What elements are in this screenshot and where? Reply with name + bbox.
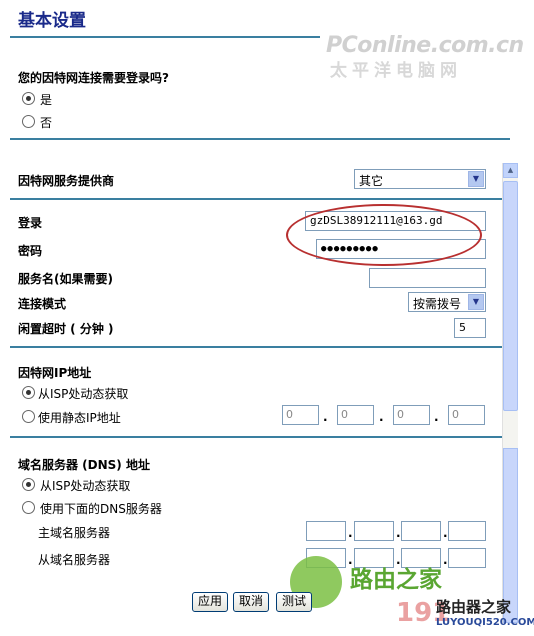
radio-ip-static-label: 使用静态IP地址 (38, 411, 121, 425)
dns-section-label: 域名服务器 (DNS) 地址 (18, 458, 150, 472)
service-name-input[interactable] (369, 268, 486, 288)
ip-octet-4[interactable]: 0 (448, 405, 485, 425)
ip-octet-2[interactable]: 0 (337, 405, 374, 425)
ip-section-label: 因特网IP地址 (18, 366, 92, 380)
apply-button[interactable]: 应用 (192, 592, 228, 612)
page-title: 基本设置 (18, 11, 86, 31)
radio-dns-manual-label: 使用下面的DNS服务器 (40, 502, 162, 516)
watermark-pconline: PConline.com.cn (326, 33, 524, 58)
connect-mode-label: 连接模式 (18, 297, 67, 311)
password-label: 密码 (18, 244, 43, 258)
isp-select-value: 其它 (359, 174, 384, 188)
radio-dns-manual[interactable] (22, 501, 35, 514)
highlight-ellipse (286, 204, 482, 266)
chevron-down-icon[interactable]: ▼ (468, 171, 484, 187)
radio-login-yes[interactable] (22, 92, 35, 105)
logo-text: 路由之家 (350, 567, 442, 593)
primary-dns-octet-2[interactable] (354, 521, 394, 541)
ip-octet-1[interactable]: 0 (282, 405, 319, 425)
ip-dot: . (323, 410, 328, 424)
login-label: 登录 (18, 216, 43, 230)
radio-ip-dynamic[interactable] (22, 386, 35, 399)
radio-dns-dynamic-label: 从ISP处动态获取 (40, 479, 131, 493)
radio-ip-static[interactable] (22, 410, 35, 423)
ip-dot: . (443, 553, 448, 567)
ip-octet-3[interactable]: 0 (393, 405, 430, 425)
primary-dns-label: 主域名服务器 (38, 526, 111, 540)
divider (10, 346, 502, 348)
secondary-dns-label: 从域名服务器 (38, 553, 111, 567)
login-required-question: 您的因特网连接需要登录吗? (18, 71, 169, 85)
cancel-button[interactable]: 取消 (233, 592, 269, 612)
ip-dot: . (443, 526, 448, 540)
scroll-thumb[interactable] (503, 181, 518, 411)
scrollbar[interactable]: ▲ (502, 163, 518, 623)
service-name-label: 服务名(如果需要) (18, 272, 113, 286)
radio-dns-dynamic[interactable] (22, 478, 35, 491)
isp-select[interactable]: 其它 ▼ (354, 169, 486, 189)
watermark-pconline-cn: 太平洋电脑网 (330, 61, 462, 81)
brand-name: 路由器之家 (436, 598, 512, 616)
radio-ip-dynamic-label: 从ISP处动态获取 (38, 387, 129, 401)
divider (10, 36, 320, 38)
radio-login-yes-label: 是 (40, 93, 53, 107)
primary-dns-octet-1[interactable] (306, 521, 346, 541)
ip-dot: . (379, 410, 384, 424)
brand-url: LUYOUQI520.COM (436, 617, 534, 628)
idle-timeout-label: 闲置超时 ( 分钟 ) (18, 322, 114, 336)
divider (10, 138, 510, 140)
idle-timeout-input[interactable]: 5 (454, 318, 486, 338)
connect-mode-select[interactable]: 按需拨号 ▼ (408, 292, 486, 312)
primary-dns-octet-3[interactable] (401, 521, 441, 541)
primary-dns-octet-4[interactable] (448, 521, 486, 541)
divider (10, 436, 502, 438)
radio-login-no-label: 否 (40, 116, 53, 130)
test-button[interactable]: 测试 (276, 592, 312, 612)
connect-mode-value: 按需拨号 (413, 297, 462, 311)
ip-dot: . (396, 526, 401, 540)
divider (10, 198, 502, 200)
isp-label: 因特网服务提供商 (18, 174, 115, 188)
scroll-up-icon[interactable]: ▲ (503, 163, 518, 178)
radio-login-no[interactable] (22, 115, 35, 128)
ip-dot: . (434, 410, 439, 424)
ip-dot: . (348, 526, 353, 540)
chevron-down-icon[interactable]: ▼ (468, 294, 484, 310)
secondary-dns-octet-4[interactable] (448, 548, 486, 568)
